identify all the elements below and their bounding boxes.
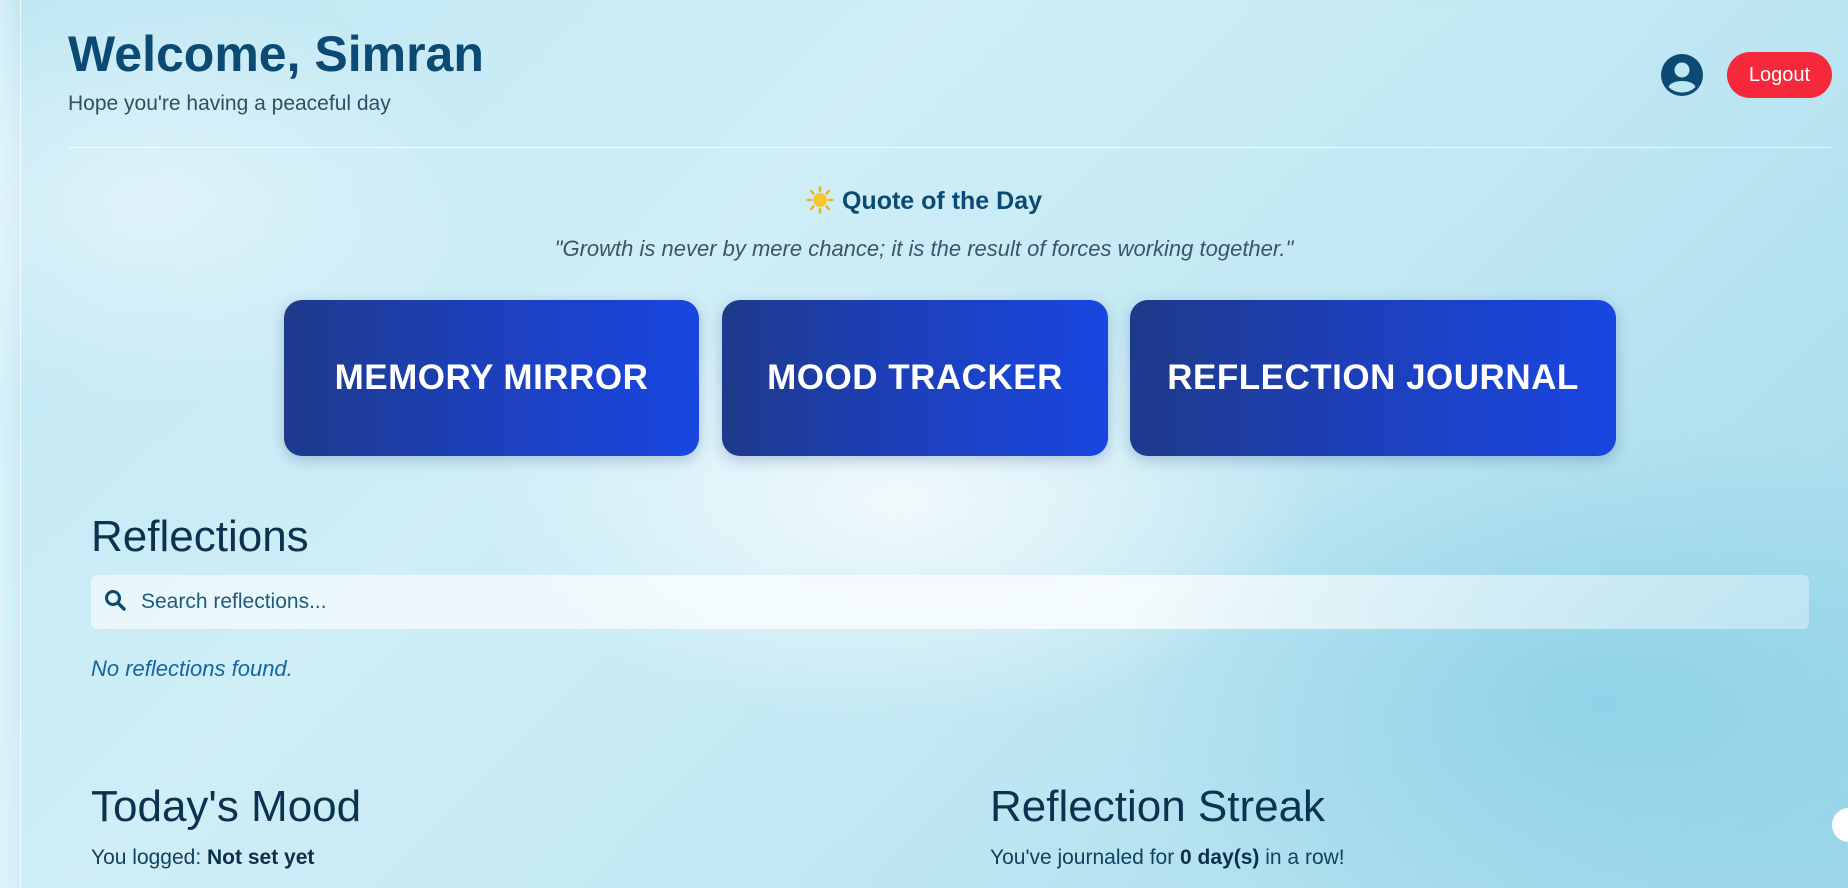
empty-reflections-message: No reflections found. xyxy=(91,656,293,681)
mood-value: Not set yet xyxy=(207,846,315,869)
floating-action-button[interactable] xyxy=(1832,808,1848,842)
page-subtitle: Hope you're having a peaceful day xyxy=(68,92,391,115)
left-edge-panel xyxy=(0,0,21,888)
quote-text: "Growth is never by mere chance; it is t… xyxy=(554,236,1294,261)
page-header: Welcome, Simran Hope you're having a pea… xyxy=(68,22,484,116)
mood-tracker-button[interactable]: MOOD TRACKER xyxy=(722,300,1108,456)
todays-mood-heading: Today's Mood xyxy=(91,782,362,831)
reflection-journal-button[interactable]: REFLECTION JOURNAL xyxy=(1130,300,1616,456)
reflection-streak-heading: Reflection Streak xyxy=(990,782,1326,831)
header-divider xyxy=(68,147,1832,148)
streak-suffix: in a row! xyxy=(1259,846,1345,869)
quote-title: Quote of the Day xyxy=(841,187,1042,215)
memory-mirror-button[interactable]: MEMORY MIRROR xyxy=(284,300,699,456)
sun-icon xyxy=(806,186,834,214)
user-area: Logout xyxy=(1660,52,1832,98)
streak-value: 0 day(s) xyxy=(1180,846,1260,869)
streak-prefix: You've journaled for xyxy=(990,846,1181,869)
search-icon xyxy=(91,588,139,617)
quote-heading: Quote of the Day xyxy=(0,186,1848,216)
logout-button[interactable]: Logout xyxy=(1726,52,1832,98)
user-circle-icon[interactable] xyxy=(1660,54,1703,96)
search-input[interactable] xyxy=(139,589,1743,615)
reflections-heading: Reflections xyxy=(91,512,309,561)
search-bar[interactable] xyxy=(91,575,1809,629)
mood-status: You logged: Not set yet xyxy=(91,846,314,870)
streak-status: You've journaled for 0 day(s) in a row! xyxy=(990,846,1345,870)
page-title: Welcome, Simran xyxy=(68,26,484,82)
mood-prefix: You logged: xyxy=(91,846,208,869)
